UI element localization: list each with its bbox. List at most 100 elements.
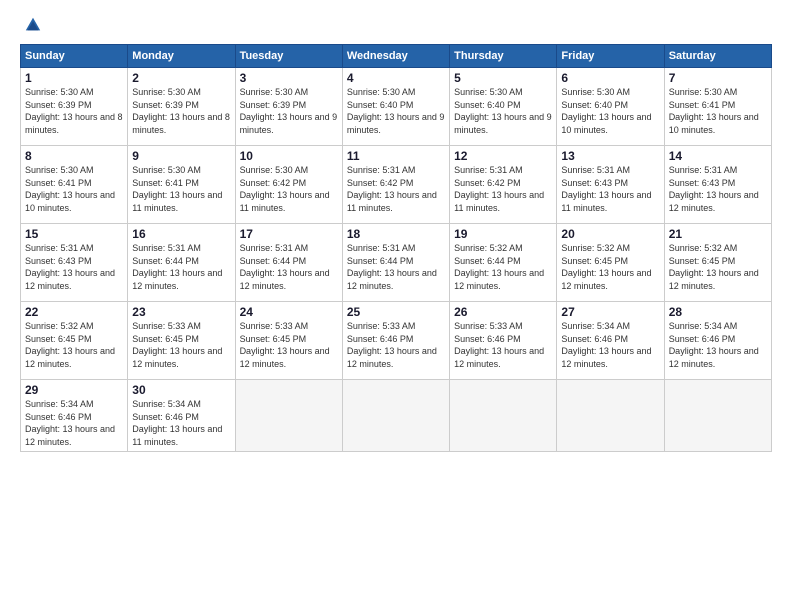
calendar-cell: 28 Sunrise: 5:34 AM Sunset: 6:46 PM Dayl… (664, 302, 771, 380)
day-number: 15 (25, 227, 123, 241)
day-info: Sunrise: 5:32 AM Sunset: 6:45 PM Dayligh… (25, 320, 123, 370)
day-number: 19 (454, 227, 552, 241)
day-info: Sunrise: 5:34 AM Sunset: 6:46 PM Dayligh… (132, 398, 230, 448)
day-info: Sunrise: 5:31 AM Sunset: 6:44 PM Dayligh… (347, 242, 445, 292)
day-info: Sunrise: 5:30 AM Sunset: 6:39 PM Dayligh… (240, 86, 338, 136)
day-info: Sunrise: 5:32 AM Sunset: 6:45 PM Dayligh… (669, 242, 767, 292)
logo (20, 16, 42, 34)
day-number: 8 (25, 149, 123, 163)
calendar-cell (342, 380, 449, 452)
day-number: 24 (240, 305, 338, 319)
day-number: 25 (347, 305, 445, 319)
day-number: 6 (561, 71, 659, 85)
calendar-cell: 21 Sunrise: 5:32 AM Sunset: 6:45 PM Dayl… (664, 224, 771, 302)
day-info: Sunrise: 5:30 AM Sunset: 6:40 PM Dayligh… (561, 86, 659, 136)
day-info: Sunrise: 5:33 AM Sunset: 6:46 PM Dayligh… (454, 320, 552, 370)
calendar-cell: 4 Sunrise: 5:30 AM Sunset: 6:40 PM Dayli… (342, 68, 449, 146)
calendar-cell: 13 Sunrise: 5:31 AM Sunset: 6:43 PM Dayl… (557, 146, 664, 224)
calendar-cell (557, 380, 664, 452)
day-info: Sunrise: 5:34 AM Sunset: 6:46 PM Dayligh… (669, 320, 767, 370)
calendar-cell: 22 Sunrise: 5:32 AM Sunset: 6:45 PM Dayl… (21, 302, 128, 380)
calendar-cell: 19 Sunrise: 5:32 AM Sunset: 6:44 PM Dayl… (450, 224, 557, 302)
day-number: 16 (132, 227, 230, 241)
calendar-cell: 1 Sunrise: 5:30 AM Sunset: 6:39 PM Dayli… (21, 68, 128, 146)
logo-icon (24, 16, 42, 34)
calendar-cell: 20 Sunrise: 5:32 AM Sunset: 6:45 PM Dayl… (557, 224, 664, 302)
day-info: Sunrise: 5:33 AM Sunset: 6:45 PM Dayligh… (240, 320, 338, 370)
header (20, 16, 772, 34)
day-number: 7 (669, 71, 767, 85)
day-info: Sunrise: 5:32 AM Sunset: 6:45 PM Dayligh… (561, 242, 659, 292)
day-number: 10 (240, 149, 338, 163)
day-number: 27 (561, 305, 659, 319)
day-number: 2 (132, 71, 230, 85)
day-info: Sunrise: 5:30 AM Sunset: 6:41 PM Dayligh… (25, 164, 123, 214)
calendar-cell: 15 Sunrise: 5:31 AM Sunset: 6:43 PM Dayl… (21, 224, 128, 302)
calendar-cell: 18 Sunrise: 5:31 AM Sunset: 6:44 PM Dayl… (342, 224, 449, 302)
day-info: Sunrise: 5:31 AM Sunset: 6:42 PM Dayligh… (347, 164, 445, 214)
day-number: 9 (132, 149, 230, 163)
day-number: 13 (561, 149, 659, 163)
calendar-cell: 24 Sunrise: 5:33 AM Sunset: 6:45 PM Dayl… (235, 302, 342, 380)
day-number: 23 (132, 305, 230, 319)
calendar-cell: 5 Sunrise: 5:30 AM Sunset: 6:40 PM Dayli… (450, 68, 557, 146)
day-number: 5 (454, 71, 552, 85)
page: Sunday Monday Tuesday Wednesday Thursday… (0, 0, 792, 612)
day-number: 26 (454, 305, 552, 319)
weekday-header-row: Sunday Monday Tuesday Wednesday Thursday… (21, 45, 772, 68)
calendar-cell: 30 Sunrise: 5:34 AM Sunset: 6:46 PM Dayl… (128, 380, 235, 452)
day-info: Sunrise: 5:30 AM Sunset: 6:42 PM Dayligh… (240, 164, 338, 214)
day-info: Sunrise: 5:30 AM Sunset: 6:40 PM Dayligh… (454, 86, 552, 136)
calendar-cell: 14 Sunrise: 5:31 AM Sunset: 6:43 PM Dayl… (664, 146, 771, 224)
day-info: Sunrise: 5:31 AM Sunset: 6:43 PM Dayligh… (561, 164, 659, 214)
day-info: Sunrise: 5:30 AM Sunset: 6:41 PM Dayligh… (669, 86, 767, 136)
day-info: Sunrise: 5:31 AM Sunset: 6:44 PM Dayligh… (132, 242, 230, 292)
calendar-cell: 2 Sunrise: 5:30 AM Sunset: 6:39 PM Dayli… (128, 68, 235, 146)
calendar-cell: 12 Sunrise: 5:31 AM Sunset: 6:42 PM Dayl… (450, 146, 557, 224)
day-info: Sunrise: 5:31 AM Sunset: 6:43 PM Dayligh… (25, 242, 123, 292)
calendar: Sunday Monday Tuesday Wednesday Thursday… (20, 44, 772, 452)
day-info: Sunrise: 5:31 AM Sunset: 6:44 PM Dayligh… (240, 242, 338, 292)
header-monday: Monday (128, 45, 235, 68)
header-thursday: Thursday (450, 45, 557, 68)
day-number: 18 (347, 227, 445, 241)
calendar-cell: 9 Sunrise: 5:30 AM Sunset: 6:41 PM Dayli… (128, 146, 235, 224)
day-number: 20 (561, 227, 659, 241)
day-number: 22 (25, 305, 123, 319)
calendar-cell: 8 Sunrise: 5:30 AM Sunset: 6:41 PM Dayli… (21, 146, 128, 224)
calendar-cell (664, 380, 771, 452)
day-number: 3 (240, 71, 338, 85)
header-wednesday: Wednesday (342, 45, 449, 68)
calendar-cell (450, 380, 557, 452)
calendar-cell: 27 Sunrise: 5:34 AM Sunset: 6:46 PM Dayl… (557, 302, 664, 380)
header-friday: Friday (557, 45, 664, 68)
calendar-cell: 6 Sunrise: 5:30 AM Sunset: 6:40 PM Dayli… (557, 68, 664, 146)
calendar-cell: 17 Sunrise: 5:31 AM Sunset: 6:44 PM Dayl… (235, 224, 342, 302)
calendar-cell (235, 380, 342, 452)
day-info: Sunrise: 5:30 AM Sunset: 6:40 PM Dayligh… (347, 86, 445, 136)
calendar-cell: 10 Sunrise: 5:30 AM Sunset: 6:42 PM Dayl… (235, 146, 342, 224)
day-number: 30 (132, 383, 230, 397)
day-number: 11 (347, 149, 445, 163)
day-number: 4 (347, 71, 445, 85)
day-number: 28 (669, 305, 767, 319)
calendar-cell: 23 Sunrise: 5:33 AM Sunset: 6:45 PM Dayl… (128, 302, 235, 380)
day-number: 12 (454, 149, 552, 163)
day-info: Sunrise: 5:30 AM Sunset: 6:39 PM Dayligh… (25, 86, 123, 136)
calendar-cell: 16 Sunrise: 5:31 AM Sunset: 6:44 PM Dayl… (128, 224, 235, 302)
calendar-cell: 7 Sunrise: 5:30 AM Sunset: 6:41 PM Dayli… (664, 68, 771, 146)
day-info: Sunrise: 5:31 AM Sunset: 6:42 PM Dayligh… (454, 164, 552, 214)
calendar-cell: 29 Sunrise: 5:34 AM Sunset: 6:46 PM Dayl… (21, 380, 128, 452)
calendar-cell: 26 Sunrise: 5:33 AM Sunset: 6:46 PM Dayl… (450, 302, 557, 380)
header-tuesday: Tuesday (235, 45, 342, 68)
header-sunday: Sunday (21, 45, 128, 68)
day-info: Sunrise: 5:34 AM Sunset: 6:46 PM Dayligh… (25, 398, 123, 448)
day-info: Sunrise: 5:32 AM Sunset: 6:44 PM Dayligh… (454, 242, 552, 292)
day-info: Sunrise: 5:33 AM Sunset: 6:45 PM Dayligh… (132, 320, 230, 370)
day-number: 17 (240, 227, 338, 241)
calendar-cell: 25 Sunrise: 5:33 AM Sunset: 6:46 PM Dayl… (342, 302, 449, 380)
day-info: Sunrise: 5:30 AM Sunset: 6:41 PM Dayligh… (132, 164, 230, 214)
day-info: Sunrise: 5:30 AM Sunset: 6:39 PM Dayligh… (132, 86, 230, 136)
day-info: Sunrise: 5:33 AM Sunset: 6:46 PM Dayligh… (347, 320, 445, 370)
day-number: 21 (669, 227, 767, 241)
